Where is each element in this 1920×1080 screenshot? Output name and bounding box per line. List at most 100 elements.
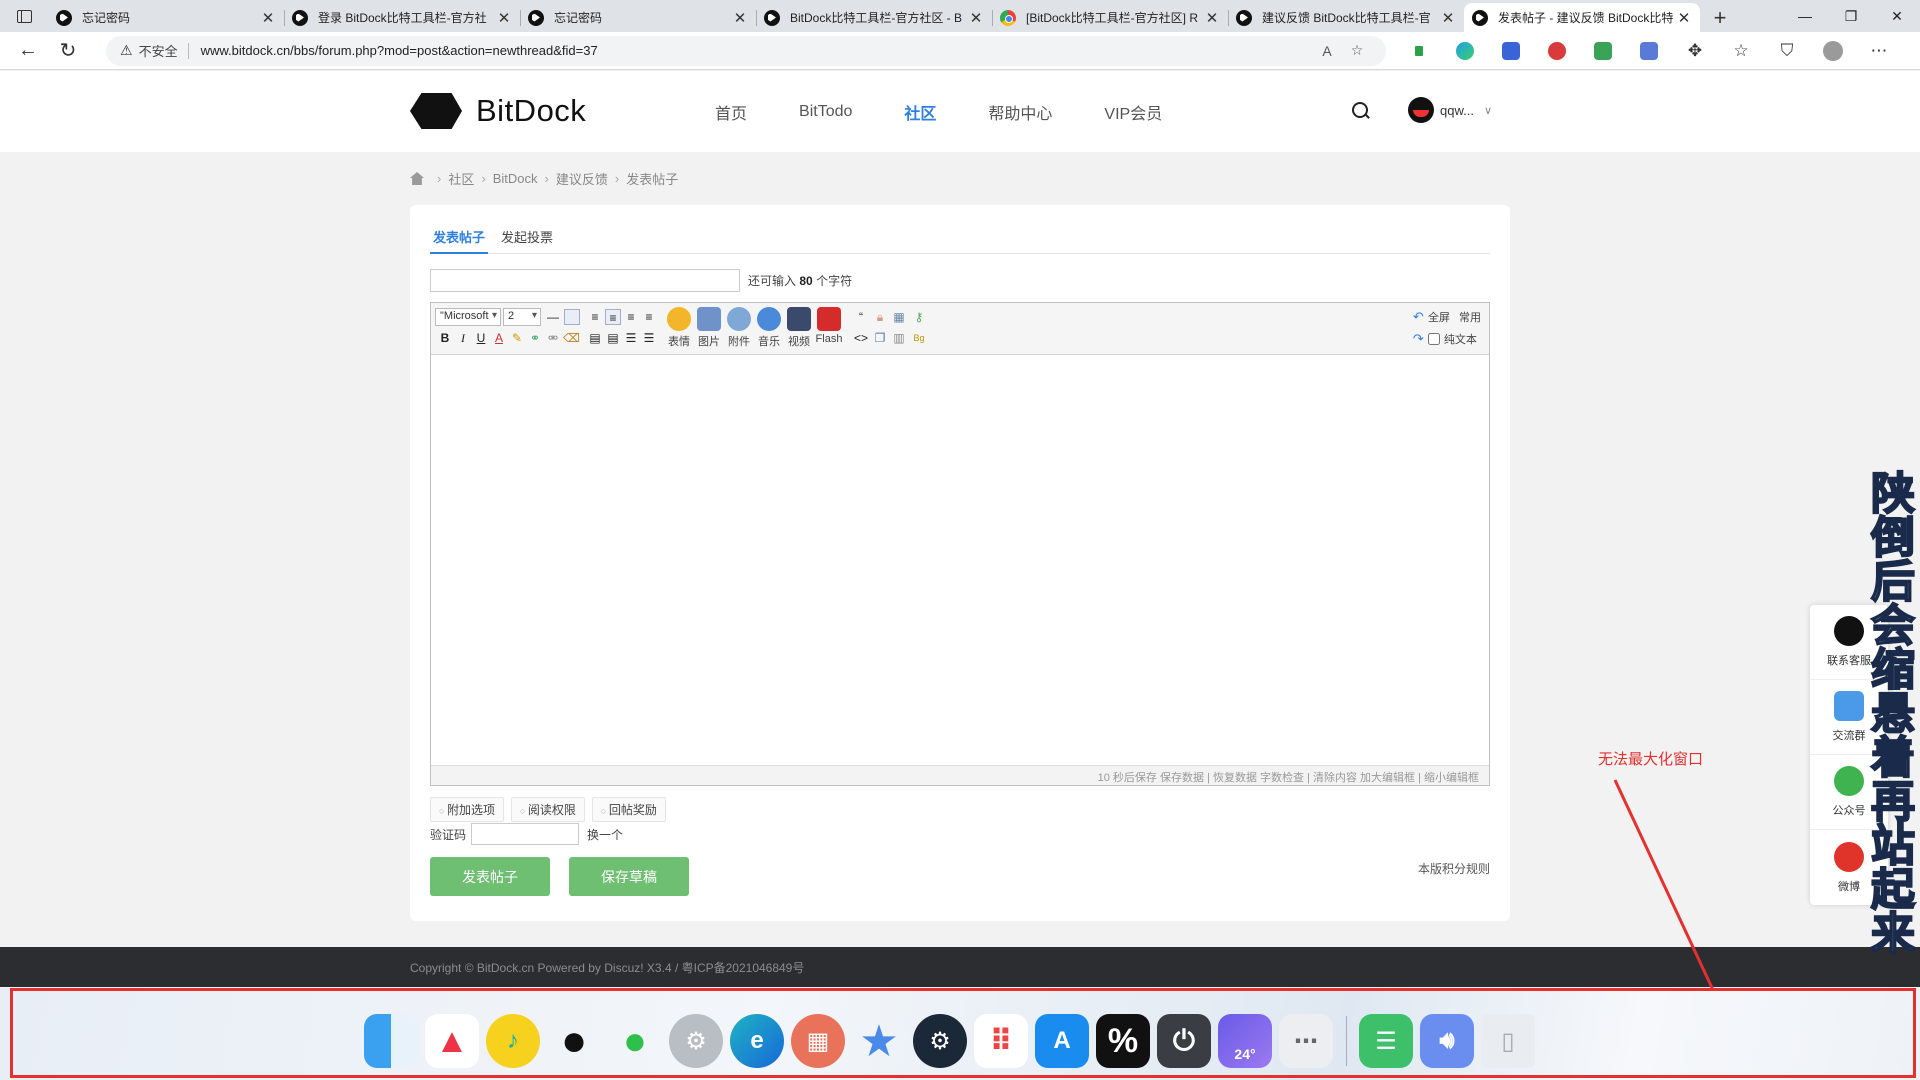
read-aloud-icon[interactable]: A (1312, 43, 1342, 59)
bg-icon[interactable]: Bg (911, 330, 927, 346)
highlight-icon[interactable]: ✎ (509, 330, 525, 346)
new-tab-button[interactable]: + (1700, 3, 1740, 32)
points-rules-link[interactable]: 本版积分规则 (1418, 860, 1490, 877)
extensions-puzzle-icon[interactable]: ✥ (1672, 36, 1718, 66)
bold-icon[interactable]: B (437, 330, 453, 346)
table-icon[interactable] (564, 309, 580, 325)
attachment-button[interactable]: 附件 (723, 307, 755, 353)
breadcrumb-bitdock[interactable]: BitDock (493, 171, 538, 186)
read-permission-toggle[interactable]: 阅读权限 (510, 797, 585, 822)
user-menu[interactable]: qqw... ∨ (1408, 97, 1492, 123)
unlink-icon[interactable]: ⚮ (545, 330, 561, 346)
float-left-icon[interactable]: ▤ (587, 330, 603, 346)
hide-content-icon[interactable]: 🔒︎ (872, 309, 888, 325)
extension-edge-icon[interactable] (1442, 36, 1488, 66)
home-icon[interactable] (410, 172, 424, 185)
align-center-icon[interactable]: ≡ (623, 309, 639, 325)
tab-actions-icon[interactable] (0, 0, 48, 32)
align-right-icon[interactable]: ≡ (641, 309, 657, 325)
horizontal-rule-icon[interactable]: — (545, 309, 561, 325)
tab-new-post[interactable]: 发表帖子 (430, 219, 489, 254)
fullscreen-label[interactable]: 全屏 (1428, 309, 1450, 325)
browser-tab[interactable]: 建议反馈 BitDock比特工具栏-官 ✕ (1228, 3, 1464, 32)
italic-icon[interactable]: I (455, 330, 471, 346)
captcha-refresh-link[interactable]: 换一个 (587, 826, 623, 843)
close-tab-icon[interactable]: ✕ (732, 9, 748, 27)
password-key-icon[interactable]: ⚷ (911, 309, 927, 325)
extension-translate-icon[interactable] (1488, 36, 1534, 66)
subject-input[interactable] (430, 269, 740, 292)
indent-icon[interactable]: ≡ (587, 309, 603, 325)
redo-arrow-icon[interactable]: ↷ (1413, 331, 1424, 347)
nav-home[interactable]: 首页 (715, 100, 747, 124)
font-family-select[interactable]: "Microsoft (435, 308, 501, 326)
save-draft-button[interactable]: 保存草稿 (569, 857, 689, 896)
align-left-icon[interactable]: ≡ (605, 309, 621, 325)
extension-blue-box-icon[interactable] (1626, 36, 1672, 66)
ordered-list-icon[interactable]: ☰ (623, 330, 639, 346)
underline-icon[interactable]: U (473, 330, 489, 346)
profile-avatar-icon[interactable] (1810, 36, 1856, 66)
music-button[interactable]: 音乐 (753, 307, 785, 353)
nav-community[interactable]: 社区 (904, 100, 936, 124)
free-content-icon[interactable]: ▦ (891, 309, 907, 325)
extension-flag-icon[interactable] (1396, 36, 1442, 66)
browser-tab-active[interactable]: 发表帖子 - 建议反馈 BitDock比特 ✕ (1464, 3, 1700, 32)
submit-post-button[interactable]: 发表帖子 (430, 857, 550, 896)
more-menu-icon[interactable]: ⋯ (1856, 36, 1902, 66)
reload-button[interactable]: ↻ (50, 36, 86, 66)
font-size-select[interactable]: 2 (503, 308, 541, 326)
code-icon[interactable]: <> (853, 330, 869, 346)
close-tab-icon[interactable]: ✕ (1440, 9, 1456, 27)
search-icon[interactable] (1351, 101, 1371, 121)
browser-tab[interactable]: BitDock比特工具栏-官方社区 - B ✕ (756, 3, 992, 32)
copy-icon[interactable]: ❐ (872, 330, 888, 346)
close-tab-icon[interactable]: ✕ (260, 9, 276, 27)
minimize-button[interactable]: — (1782, 0, 1828, 32)
close-tab-icon[interactable]: ✕ (1676, 9, 1692, 27)
new-post-card: 发表帖子 发起投票 还可输入 80 个字符 "Microsoft 2 — ≡ ≡… (410, 205, 1510, 921)
tab-new-poll[interactable]: 发起投票 (498, 219, 556, 254)
close-tab-icon[interactable]: ✕ (968, 9, 984, 27)
url-text[interactable]: www.bitdock.cn/bbs/forum.php?mod=post&ac… (201, 43, 1312, 58)
link-icon[interactable]: ⚭ (527, 330, 543, 346)
plain-text-checkbox[interactable] (1427, 333, 1440, 345)
common-mode-label[interactable]: 常用 (1459, 309, 1481, 325)
browser-tab[interactable]: [BitDock比特工具栏-官方社区] R ✕ (992, 3, 1228, 32)
flash-button[interactable]: Flash (813, 307, 845, 353)
browser-tab[interactable]: 忘记密码 ✕ (520, 3, 756, 32)
close-tab-icon[interactable]: ✕ (1204, 9, 1220, 27)
breadcrumb-feedback[interactable]: 建议反馈 (556, 169, 608, 188)
editor-content-area[interactable] (431, 355, 1489, 763)
extra-options-toggle[interactable]: 附加选项 (430, 797, 504, 822)
extension-green-shield-icon[interactable] (1580, 36, 1626, 66)
nav-vip[interactable]: VIP会员 (1104, 100, 1162, 124)
image-button[interactable]: 图片 (693, 307, 725, 353)
quote-icon[interactable]: “ (853, 309, 869, 325)
close-window-button[interactable]: ✕ (1874, 0, 1920, 32)
clear-format-icon[interactable]: ⌫ (563, 330, 580, 346)
nav-help[interactable]: 帮助中心 (988, 100, 1052, 124)
browser-tab[interactable]: 登录 BitDock比特工具栏-官方社 ✕ (284, 3, 520, 32)
unordered-list-icon[interactable]: ☰ (641, 330, 657, 346)
reply-reward-toggle[interactable]: 回帖奖励 (591, 797, 666, 822)
float-right-icon[interactable]: ▤ (605, 330, 621, 346)
emoji-button[interactable]: 表情 (663, 307, 695, 353)
url-field[interactable]: ⚠ 不安全 www.bitdock.cn/bbs/forum.php?mod=p… (106, 35, 1386, 66)
captcha-input[interactable] (471, 823, 580, 845)
video-button[interactable]: 视频 (783, 307, 815, 353)
favorites-icon[interactable]: ☆ (1718, 36, 1764, 66)
close-tab-icon[interactable]: ✕ (496, 9, 512, 27)
browser-tab[interactable]: 忘记密码 ✕ (48, 3, 284, 32)
favorite-star-icon[interactable]: ☆ (1342, 42, 1372, 59)
page-break-icon[interactable]: ▥ (891, 330, 907, 346)
restore-button[interactable]: ❐ (1828, 0, 1874, 32)
extension-red-badge-icon[interactable] (1534, 36, 1580, 66)
back-button[interactable]: ← (10, 36, 46, 66)
collections-icon[interactable]: ⛉ (1764, 36, 1810, 66)
breadcrumb-community[interactable]: 社区 (448, 169, 474, 188)
nav-bittodo[interactable]: BitTodo (799, 103, 852, 121)
undo-arrow-icon[interactable]: ↶ (1413, 309, 1424, 325)
site-logo[interactable]: BitDock (410, 93, 586, 129)
font-color-icon[interactable]: A (491, 330, 507, 346)
